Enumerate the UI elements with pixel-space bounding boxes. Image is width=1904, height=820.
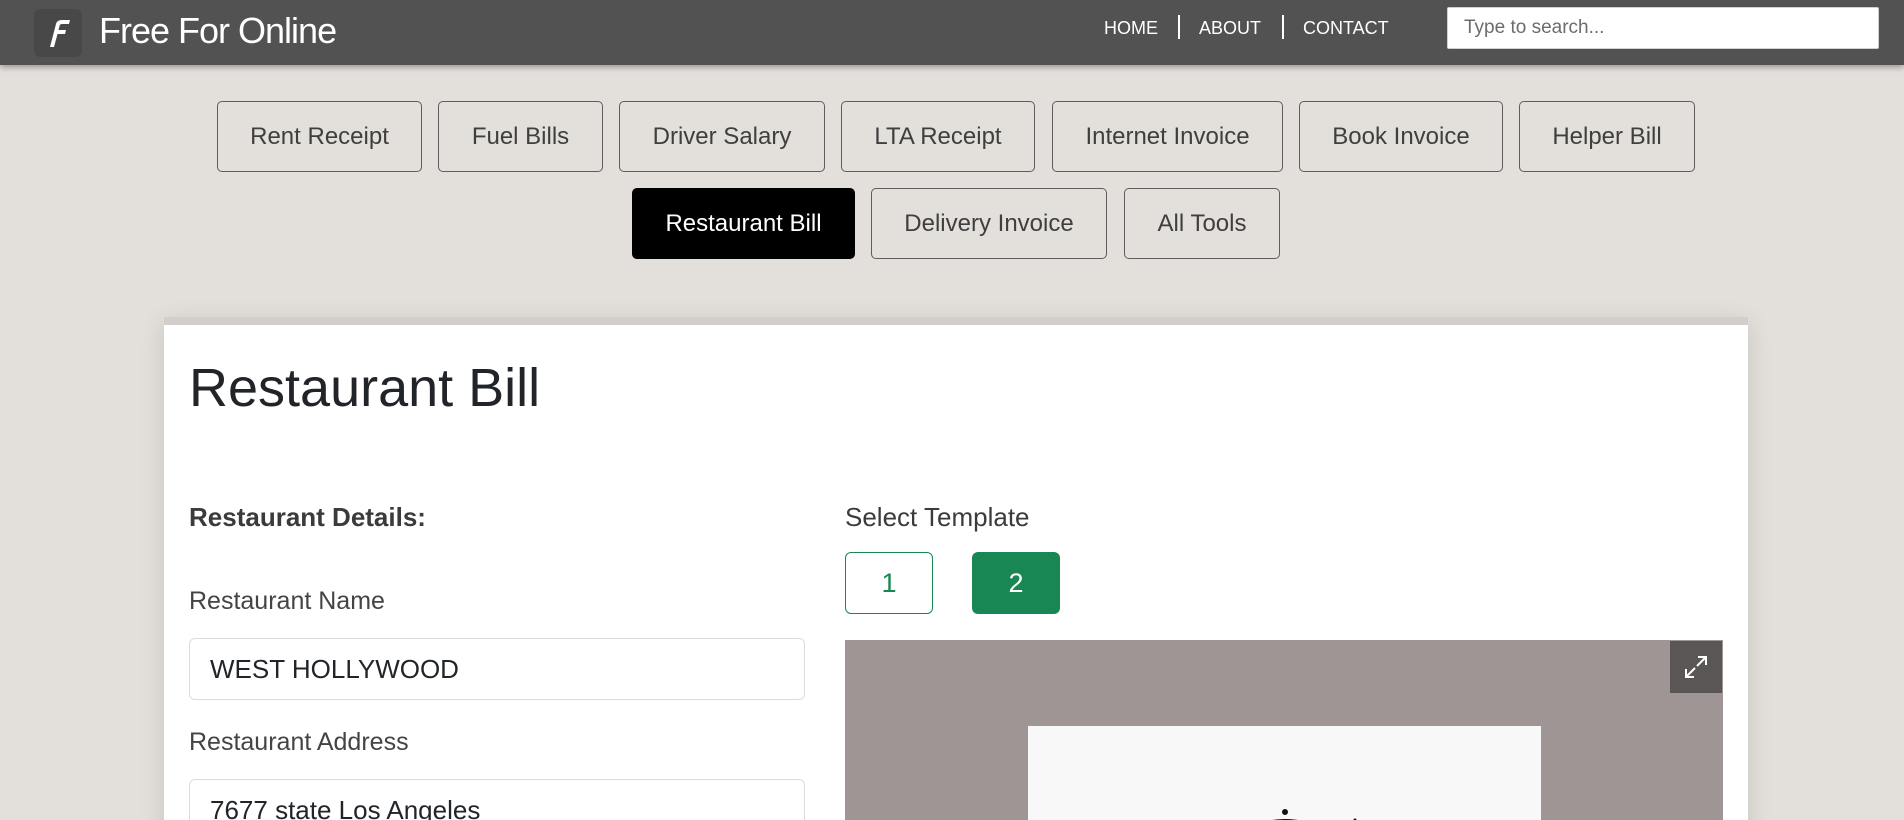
nav-contact-link[interactable]: CONTACT bbox=[1303, 14, 1389, 42]
template-2-button[interactable]: 2 bbox=[972, 552, 1060, 614]
restaurant-address-input[interactable] bbox=[189, 779, 805, 820]
tool-button-delivery-invoice[interactable]: Delivery Invoice bbox=[871, 188, 1107, 259]
tool-button-restaurant-bill[interactable]: Restaurant Bill bbox=[632, 188, 855, 259]
page-title: Restaurant Bill bbox=[189, 358, 541, 418]
tool-button-internet-invoice[interactable]: Internet Invoice bbox=[1052, 101, 1283, 172]
brand-name[interactable]: Free For Online bbox=[99, 9, 337, 53]
expand-icon bbox=[1685, 656, 1707, 678]
restaurant-address-label: Restaurant Address bbox=[189, 728, 409, 756]
tool-button-fuel-bills[interactable]: Fuel Bills bbox=[438, 101, 603, 172]
tool-button-book-invoice[interactable]: Book Invoice bbox=[1299, 101, 1503, 172]
nav-about-link[interactable]: ABOUT bbox=[1199, 14, 1261, 42]
top-navbar: Free For Online HOME ABOUT CONTACT bbox=[0, 0, 1904, 65]
tool-button-all-tools[interactable]: All Tools bbox=[1124, 188, 1280, 259]
tool-button-driver-salary[interactable]: Driver Salary bbox=[619, 101, 825, 172]
nav-divider bbox=[1178, 15, 1180, 39]
search-input[interactable] bbox=[1447, 7, 1879, 49]
cloche-logo-icon bbox=[1272, 809, 1357, 820]
tool-button-lta-receipt[interactable]: LTA Receipt bbox=[841, 101, 1035, 172]
f-logo-icon bbox=[50, 20, 70, 47]
restaurant-name-input[interactable] bbox=[189, 638, 805, 700]
restaurant-name-label: Restaurant Name bbox=[189, 587, 385, 615]
bill-preview-paper bbox=[1028, 726, 1541, 820]
expand-preview-button[interactable] bbox=[1670, 641, 1722, 693]
tool-button-helper-bill[interactable]: Helper Bill bbox=[1519, 101, 1695, 172]
nav-divider bbox=[1282, 15, 1284, 39]
nav-home-link[interactable]: HOME bbox=[1104, 14, 1158, 42]
section-heading: Restaurant Details: bbox=[189, 502, 426, 532]
template-1-button[interactable]: 1 bbox=[845, 552, 933, 614]
select-template-label: Select Template bbox=[845, 502, 1030, 532]
logo-icon[interactable] bbox=[34, 9, 82, 57]
tool-button-rent-receipt[interactable]: Rent Receipt bbox=[217, 101, 422, 172]
